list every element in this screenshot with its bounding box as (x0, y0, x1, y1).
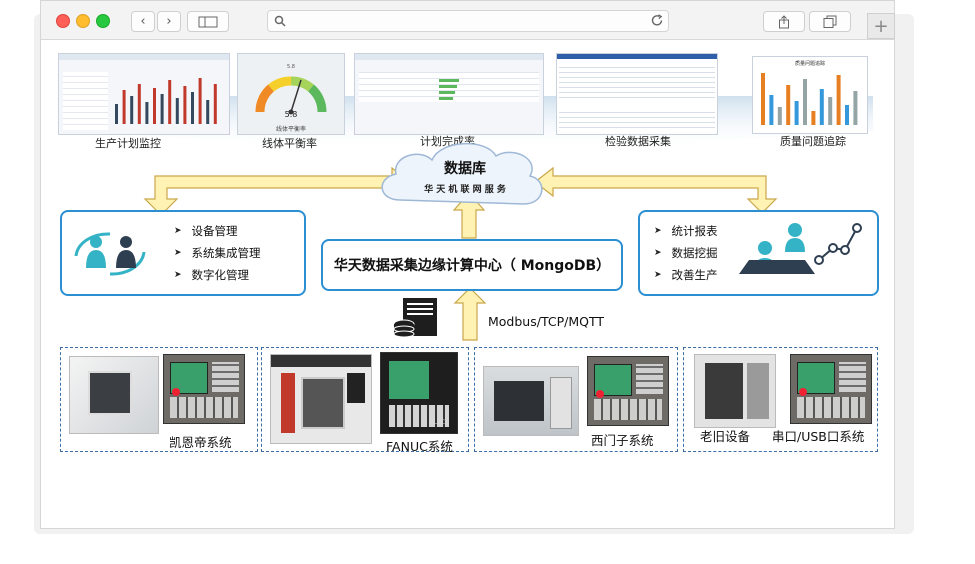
analytics-list: ➤ 统计报表 ➤ 数据挖掘 ➤ 改善生产 (654, 220, 718, 286)
server-database-icon (393, 298, 437, 338)
management-box: ➤ 设备管理 ➤ 系统集成管理 ➤ 数字化管理 (60, 210, 306, 296)
fanuc-controller-image: DL2C (380, 352, 458, 434)
analytics-box: ➤ 统计报表 ➤ 数据挖掘 ➤ 改善生产 (638, 210, 879, 296)
cloud-subtitle: 华 天 机 联 网 服 务 (424, 185, 506, 195)
device-caption-3: 西门子系统 (591, 433, 654, 448)
machine-tool-image (270, 354, 372, 444)
cloud-title: 数据库 (444, 161, 486, 177)
arrow-bullet-icon: ➤ (174, 248, 182, 258)
management-list: ➤ 设备管理 ➤ 系统集成管理 ➤ 数字化管理 (174, 220, 261, 286)
cnc-controller-image (790, 354, 872, 424)
arrow-bullet-icon: ➤ (174, 226, 182, 236)
edge-computing-label: 华天数据采集边缘计算中心（ MongoDB） (333, 258, 611, 274)
device-group-kaienti: 凯恩帝系统 (60, 347, 258, 452)
device-caption-4: 老旧设备 (700, 429, 751, 444)
device-group-legacy: 老旧设备 串口/USB口系统 (683, 347, 878, 452)
list-item: ➤ 统计报表 (654, 224, 718, 238)
device-group-fanuc: DL2C FANUC系统 (261, 347, 469, 454)
cnc-controller-image (163, 354, 245, 424)
arrow-bullet-icon: ➤ (654, 226, 662, 236)
arrow-left-to-cloud (143, 166, 411, 213)
edge-computing-box: 华天数据采集边缘计算中心（ MongoDB） (321, 239, 623, 291)
list-item: ➤ 数字化管理 (174, 268, 250, 282)
meeting-analytics-icon (739, 223, 862, 274)
device-caption-2: FANUC系统 (386, 439, 453, 454)
arrow-bullet-icon: ➤ (654, 248, 662, 258)
list-item: ➤ 设备管理 (174, 224, 238, 238)
list-item: ➤ 改善生产 (654, 268, 718, 282)
people-exchange-icon (74, 232, 146, 276)
device-caption-5: 串口/USB口系统 (772, 429, 865, 444)
arrow-cloud-to-right (534, 166, 778, 214)
protocol-label: Modbus/TCP/MQTT (488, 314, 605, 329)
machine-tool-image (483, 366, 579, 436)
device-group-siemens: 西门子系统 (474, 347, 678, 452)
list-item: ➤ 系统集成管理 (174, 246, 261, 260)
arrow-modbus-up (453, 287, 487, 341)
legacy-machine-image (694, 354, 776, 428)
list-item: ➤ 数据挖掘 (654, 246, 718, 260)
fanuc-model-label: DL2C (429, 419, 445, 426)
cnc-controller-image (587, 356, 669, 426)
arrow-bullet-icon: ➤ (174, 270, 182, 280)
machine-tool-image (69, 356, 159, 434)
device-caption-1: 凯恩帝系统 (169, 435, 232, 450)
arrow-bullet-icon: ➤ (654, 270, 662, 280)
